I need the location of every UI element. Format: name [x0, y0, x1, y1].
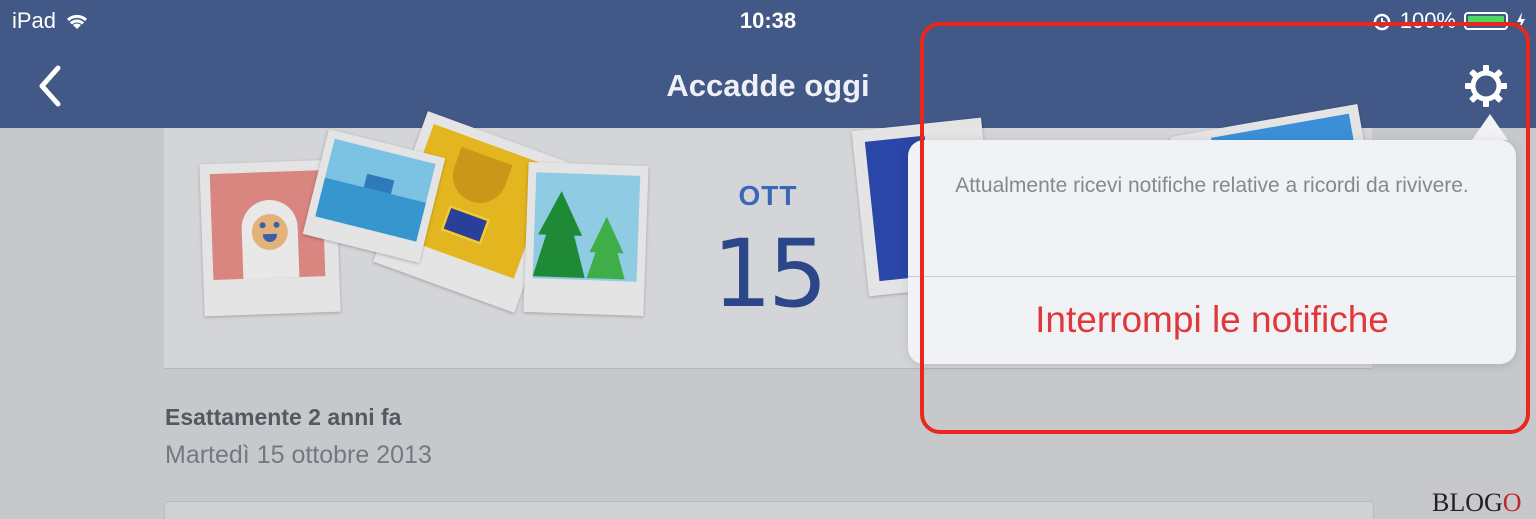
blogo-watermark: BLOGO: [1432, 488, 1522, 518]
watermark-main: BLOG: [1432, 488, 1503, 517]
memory-date: Martedì 15 ottobre 2013: [165, 441, 432, 469]
watermark-accent: O: [1502, 488, 1522, 517]
memory-title: Esattamente 2 anni fa: [165, 404, 402, 430]
trees-photo-illustration: [523, 161, 649, 317]
highlight-annotation: [920, 22, 1530, 434]
memory-card[interactable]: [164, 501, 1374, 519]
date-day: 15: [712, 220, 828, 329]
date-month: OTT: [738, 180, 798, 211]
